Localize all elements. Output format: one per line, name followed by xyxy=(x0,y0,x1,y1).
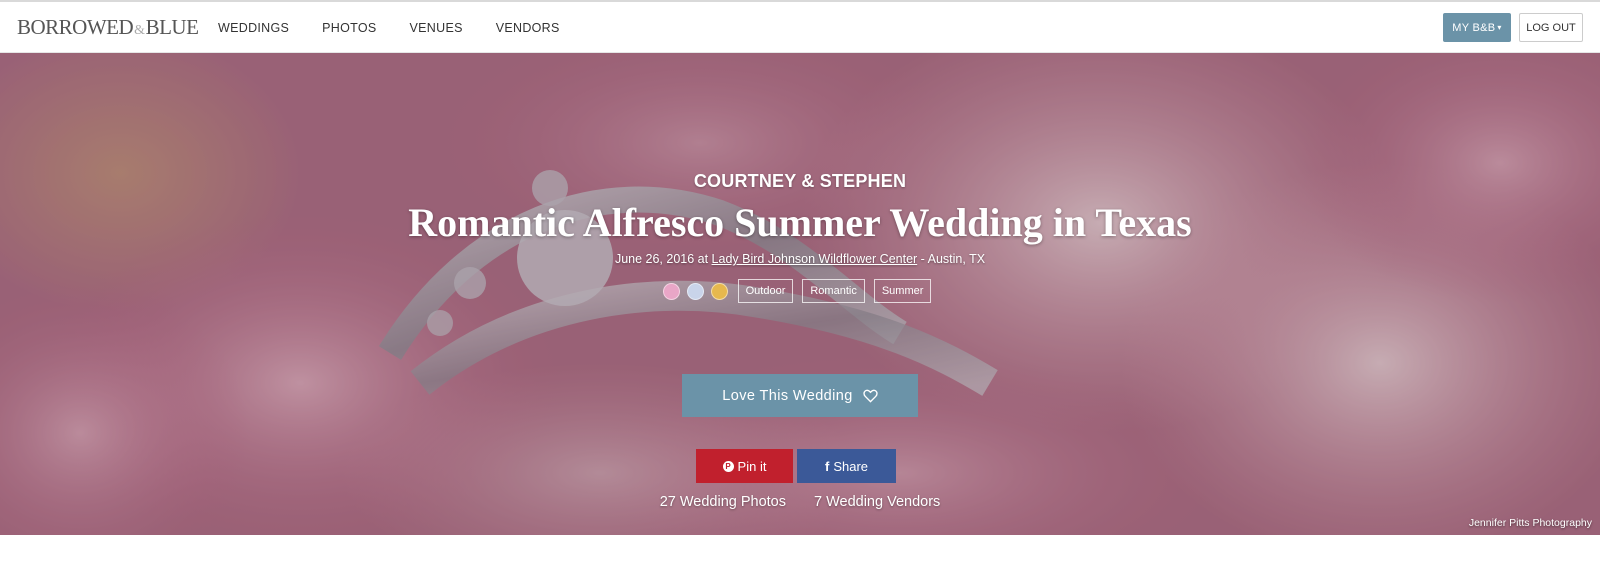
facebook-share-button[interactable]: f Share xyxy=(797,449,896,483)
nav-venues[interactable]: VENUES xyxy=(410,21,463,35)
tags-row: Outdoor Romantic Summer xyxy=(0,279,1600,303)
love-wedding-button[interactable]: Love This Wedding xyxy=(682,374,918,417)
pinterest-icon: P xyxy=(722,460,734,472)
pin-label: Pin it xyxy=(737,458,767,474)
couple-names: COURTNEY & STEPHEN xyxy=(693,171,907,191)
hero-content: COURTNEY & STEPHEN Romantic Alfresco Sum… xyxy=(0,53,1600,535)
nav-photos[interactable]: PHOTOS xyxy=(322,21,376,35)
nav-vendors[interactable]: VENDORS xyxy=(496,21,560,35)
chevron-down-icon: ▾ xyxy=(1497,23,1502,32)
my-account-label: MY B&B xyxy=(1452,21,1496,34)
tag-summer[interactable]: Summer xyxy=(873,279,932,303)
vendors-count-link[interactable]: 7 Wedding Vendors xyxy=(814,494,940,510)
wedding-counts: 27 Wedding Photos 7 Wedding Vendors xyxy=(0,494,1600,510)
facebook-icon: f xyxy=(824,458,830,474)
logo-text-borrowed: BORROWED xyxy=(17,15,134,39)
photo-credit[interactable]: Jennifer Pitts Photography xyxy=(1469,517,1592,529)
heart-outline-icon xyxy=(863,389,878,403)
love-button-label: Love This Wedding xyxy=(722,387,853,404)
my-account-button[interactable]: MY B&B ▾ xyxy=(1443,13,1511,42)
color-swatch-gold[interactable] xyxy=(710,282,728,300)
share-label: Share xyxy=(833,458,869,474)
wedding-date: June 26, 2016 at xyxy=(614,252,712,266)
page-title: Romantic Alfresco Summer Wedding in Texa… xyxy=(408,200,1192,245)
photos-count-link[interactable]: 27 Wedding Photos xyxy=(660,494,786,510)
wedding-location: - Austin, TX xyxy=(917,252,986,266)
nav-weddings[interactable]: WEDDINGS xyxy=(218,21,289,35)
hero-banner: COURTNEY & STEPHEN Romantic Alfresco Sum… xyxy=(0,53,1600,535)
main-nav: WEDDINGS PHOTOS VENUES VENDORS xyxy=(218,21,593,35)
logo-text-blue: BLUE xyxy=(145,15,199,39)
venue-link[interactable]: Lady Bird Johnson Wildflower Center xyxy=(712,252,918,266)
site-header: BORROWED&BLUE WEDDINGS PHOTOS VENUES VEN… xyxy=(0,2,1600,53)
wedding-meta: June 26, 2016 at Lady Bird Johnson Wildf… xyxy=(0,252,1600,266)
color-swatch-pink[interactable] xyxy=(662,282,680,300)
logo-ampersand: & xyxy=(134,23,145,38)
site-logo[interactable]: BORROWED&BLUE xyxy=(17,15,199,40)
tag-outdoor[interactable]: Outdoor xyxy=(737,279,794,303)
logout-button[interactable]: LOG OUT xyxy=(1519,13,1583,42)
tag-romantic[interactable]: Romantic xyxy=(802,279,865,303)
pin-it-button[interactable]: P Pin it xyxy=(696,449,793,483)
color-swatch-light-blue[interactable] xyxy=(686,282,704,300)
